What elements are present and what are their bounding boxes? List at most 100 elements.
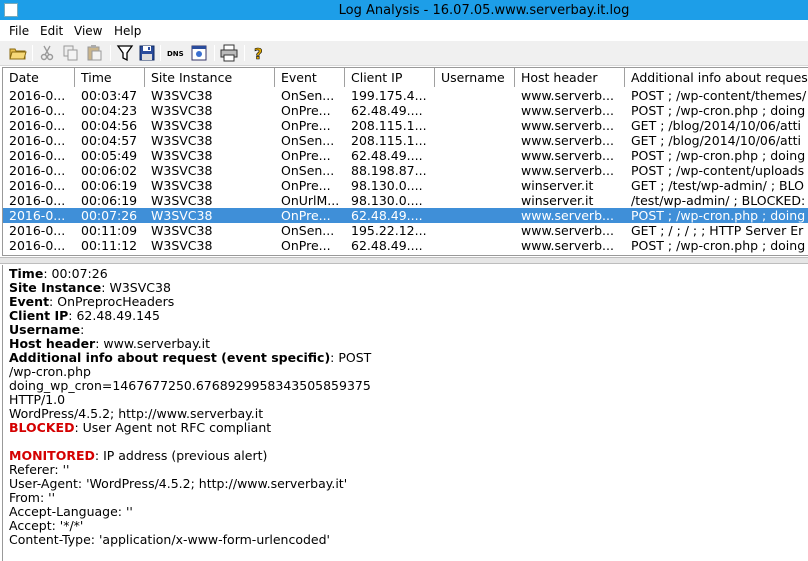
cell-event: OnPre... — [281, 148, 331, 163]
menu-help[interactable]: Help — [114, 24, 141, 38]
table-row[interactable]: 2016-0... 00:07:26 W3SVC38 OnPre... 62.48.49… — [3, 208, 808, 223]
cell-time: 00:04:56 — [81, 118, 138, 133]
dns-icon[interactable]: DNS — [166, 44, 186, 62]
cell-time: 00:05:49 — [81, 148, 138, 163]
menu-file[interactable]: File — [9, 24, 29, 38]
table-row[interactable]: 2016-0... 00:11:12 W3SVC38 OnPre... 62.48.49… — [3, 238, 808, 253]
window-title: Log Analysis - 16.07.05.www.serverbay.it… — [338, 3, 630, 18]
detail-additional-info: Additional info about request (event spe… — [9, 350, 372, 365]
cell-host-header: winserver.it — [521, 193, 594, 208]
cell-event: OnPre... — [281, 208, 331, 223]
cell-site-instance: W3SVC38 — [151, 118, 213, 133]
cell-time: 00:11:09 — [81, 223, 138, 238]
cell-client-ip: 208.115.1... — [351, 133, 427, 148]
cell-host-header: www.serverb... — [521, 118, 614, 133]
svg-text:?: ? — [254, 45, 263, 62]
cell-additional-info: GET ; /blog/2014/10/06/atti — [631, 133, 801, 148]
cell-date: 2016-0... — [9, 238, 66, 253]
cell-event: OnSen... — [281, 223, 335, 238]
cell-client-ip: 195.22.12... — [351, 223, 427, 238]
cell-site-instance: W3SVC38 — [151, 88, 213, 103]
column-header-site-instance[interactable]: Site Instance — [145, 68, 275, 87]
cell-username — [435, 238, 515, 253]
cell-site-instance: W3SVC38 — [151, 103, 213, 118]
column-header-time[interactable]: Time — [75, 68, 145, 87]
cut-icon[interactable] — [38, 44, 58, 62]
cell-time: 00:03:47 — [81, 88, 138, 103]
cell-host-header: www.serverb... — [521, 163, 614, 178]
column-header-host-header[interactable]: Host header — [515, 68, 625, 87]
cell-date: 2016-0... — [9, 223, 66, 238]
open-folder-icon[interactable] — [9, 44, 29, 62]
detail-username: Username: — [9, 322, 85, 337]
paste-icon[interactable] — [86, 44, 106, 62]
log-table[interactable]: Date Time Site Instance Event Client IP … — [2, 67, 808, 256]
cell-event: OnSen... — [281, 88, 335, 103]
table-row[interactable]: 2016-0... 00:06:19 W3SVC38 OnUrlM... 98.130.… — [3, 193, 808, 208]
column-header-client-ip[interactable]: Client IP — [345, 68, 435, 87]
cell-host-header: www.serverb... — [521, 238, 614, 253]
detail-header-line: Accept: '*/*' — [9, 518, 84, 533]
cell-client-ip: 62.48.49.... — [351, 148, 423, 163]
menu-bar: File Edit View Help — [0, 20, 808, 41]
print-icon[interactable] — [220, 44, 240, 62]
cell-time: 00:06:19 — [81, 193, 138, 208]
cell-date: 2016-0... — [9, 133, 66, 148]
cell-username — [435, 103, 515, 118]
cell-host-header: www.serverb... — [521, 223, 614, 238]
cell-additional-info: POST ; /wp-cron.php ; doing — [631, 148, 806, 163]
cell-username — [435, 208, 515, 223]
cell-username — [435, 118, 515, 133]
cell-event: OnSen... — [281, 133, 335, 148]
table-header: Date Time Site Instance Event Client IP … — [3, 68, 808, 87]
menu-view[interactable]: View — [74, 24, 102, 38]
cell-host-header: www.serverb... — [521, 88, 614, 103]
detail-event: Event: OnPreprocHeaders — [9, 294, 175, 309]
cell-site-instance: W3SVC38 — [151, 148, 213, 163]
toolbar: DNS ? — [0, 41, 808, 66]
properties-icon[interactable] — [190, 44, 210, 62]
cell-event: OnSen... — [281, 163, 335, 178]
cell-client-ip: 208.115.1... — [351, 118, 427, 133]
detail-monitored: MONITORED: IP address (previous alert) — [9, 448, 268, 463]
column-header-username[interactable]: Username — [435, 68, 515, 87]
save-icon[interactable] — [138, 44, 158, 62]
cell-client-ip: 88.198.87... — [351, 163, 427, 178]
cell-site-instance: W3SVC38 — [151, 223, 213, 238]
cell-additional-info: POST ; /wp-cron.php ; doing — [631, 208, 806, 223]
help-icon[interactable]: ? — [250, 44, 270, 64]
cell-additional-info: GET ; /blog/2014/10/06/atti — [631, 118, 801, 133]
pane-splitter[interactable] — [0, 257, 808, 264]
table-row[interactable]: 2016-0... 00:04:57 W3SVC38 OnSen... 208.115.… — [3, 133, 808, 148]
svg-text:DNS: DNS — [167, 50, 184, 58]
detail-header-line: Content-Type: 'application/x-www-form-ur… — [9, 532, 330, 547]
cell-additional-info: POST ; /wp-content/uploads — [631, 163, 805, 178]
cell-time: 00:04:57 — [81, 133, 138, 148]
column-header-date[interactable]: Date — [3, 68, 75, 87]
cell-event: OnUrlM... — [281, 193, 340, 208]
table-row[interactable]: 2016-0... 00:04:23 W3SVC38 OnPre... 62.48.49… — [3, 103, 808, 118]
menu-edit[interactable]: Edit — [40, 24, 63, 38]
detail-blocked: BLOCKED: User Agent not RFC compliant — [9, 420, 272, 435]
cell-additional-info: POST ; /wp-cron.php ; doing — [631, 103, 806, 118]
column-header-event[interactable]: Event — [275, 68, 345, 87]
detail-info-line: doing_wp_cron=1467677250.676892995834350… — [9, 378, 371, 393]
column-header-additional-info[interactable]: Additional info about request — [625, 68, 808, 87]
filter-icon[interactable] — [116, 44, 136, 62]
cell-client-ip: 62.48.49.... — [351, 103, 423, 118]
table-row[interactable]: 2016-0... 00:04:56 W3SVC38 OnPre... 208.115.… — [3, 118, 808, 133]
table-row[interactable]: 2016-0... 00:11:09 W3SVC38 OnSen... 195.22.1… — [3, 223, 808, 238]
details-pane: Time: 00:07:26 Site Instance: W3SVC38 Ev… — [2, 265, 808, 561]
table-row[interactable]: 2016-0... 00:06:02 W3SVC38 OnSen... 88.198.8… — [3, 163, 808, 178]
table-row[interactable]: 2016-0... 00:06:19 W3SVC38 OnPre... 98.130.0… — [3, 178, 808, 193]
cell-event: OnPre... — [281, 103, 331, 118]
table-row[interactable]: 2016-0... 00:05:49 W3SVC38 OnPre... 62.48.49… — [3, 148, 808, 163]
cell-client-ip: 98.130.0.... — [351, 178, 423, 193]
cell-additional-info: /test/wp-admin/ ; BLOCKED: — [631, 193, 806, 208]
cell-username — [435, 133, 515, 148]
cell-date: 2016-0... — [9, 88, 66, 103]
cell-host-header: winserver.it — [521, 178, 594, 193]
title-bar[interactable]: Log Analysis - 16.07.05.www.serverbay.it… — [0, 0, 808, 20]
copy-icon[interactable] — [62, 44, 82, 62]
table-row[interactable]: 2016-0... 00:03:47 W3SVC38 OnSen... 199.175.… — [3, 88, 808, 103]
